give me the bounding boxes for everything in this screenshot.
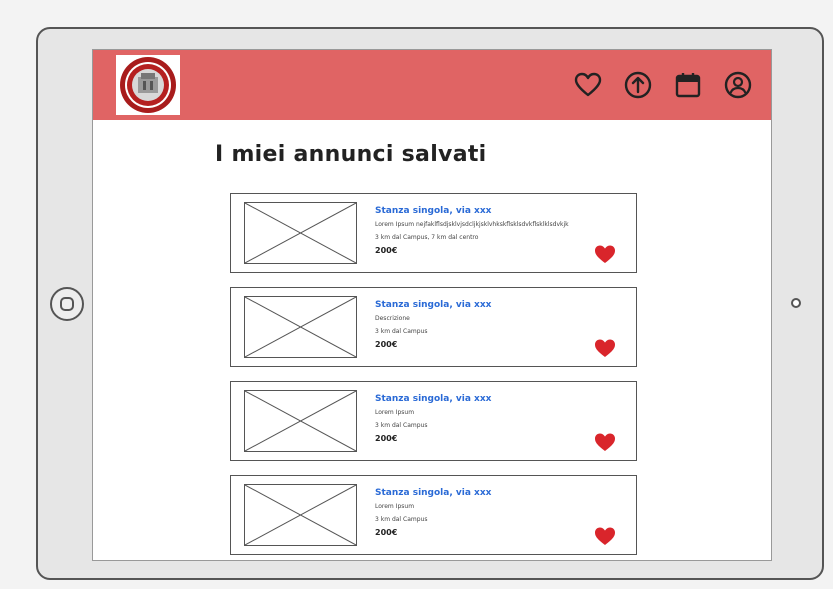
listing-title[interactable]: Stanza singola, via xxx	[375, 488, 491, 498]
listing-title[interactable]: Stanza singola, via xxx	[375, 206, 491, 216]
camera-dot	[791, 298, 801, 308]
user-icon[interactable]	[723, 70, 753, 100]
heart-outline-icon[interactable]	[573, 70, 603, 100]
listing-distance: 3 km dal Campus, 7 km dal centro	[375, 234, 479, 241]
listing-image-placeholder	[244, 202, 357, 264]
listing-title[interactable]: Stanza singola, via xxx	[375, 300, 491, 310]
university-seal-logo[interactable]	[116, 55, 180, 115]
listing-price: 200€	[375, 246, 398, 255]
listing-price: 200€	[375, 340, 398, 349]
app-header	[93, 50, 771, 120]
listing-title[interactable]: Stanza singola, via xxx	[375, 394, 491, 404]
seal-icon	[120, 57, 176, 113]
screen: I miei annunci salvati Stanza singola, v…	[92, 49, 772, 561]
heart-filled-icon[interactable]	[594, 526, 616, 546]
listing-image-placeholder	[244, 296, 357, 358]
listing-description: Descrizione	[375, 315, 410, 322]
header-actions	[573, 70, 753, 100]
listing-description: Lorem Ipsum	[375, 503, 415, 510]
listing-card[interactable]: Stanza singola, via xxx Lorem Ipsum 3 km…	[230, 381, 637, 461]
upload-icon[interactable]	[623, 70, 653, 100]
calendar-icon[interactable]	[673, 70, 703, 100]
heart-filled-icon[interactable]	[594, 244, 616, 264]
listing-price: 200€	[375, 528, 398, 537]
heart-filled-icon[interactable]	[594, 432, 616, 452]
home-button[interactable]	[50, 287, 84, 321]
listing-card[interactable]: Stanza singola, via xxx Lorem Ipsum 3 km…	[230, 475, 637, 555]
listing-description: Lorem Ipsum	[375, 409, 415, 416]
listing-distance: 3 km dal Campus	[375, 328, 428, 335]
page-title: I miei annunci salvati	[215, 142, 487, 167]
listing-distance: 3 km dal Campus	[375, 422, 428, 429]
saved-listings: Stanza singola, via xxx Lorem Ipsum nejf…	[230, 193, 637, 560]
listing-image-placeholder	[244, 390, 357, 452]
listing-image-placeholder	[244, 484, 357, 546]
listing-distance: 3 km dal Campus	[375, 516, 428, 523]
listing-card[interactable]: Stanza singola, via xxx Lorem Ipsum nejf…	[230, 193, 637, 273]
home-button-inner	[60, 297, 74, 311]
listing-card[interactable]: Stanza singola, via xxx Descrizione 3 km…	[230, 287, 637, 367]
listing-price: 200€	[375, 434, 398, 443]
listing-description: Lorem Ipsum nejfaklflsdjsklvjsdcljkjsklv…	[375, 221, 569, 228]
heart-filled-icon[interactable]	[594, 338, 616, 358]
